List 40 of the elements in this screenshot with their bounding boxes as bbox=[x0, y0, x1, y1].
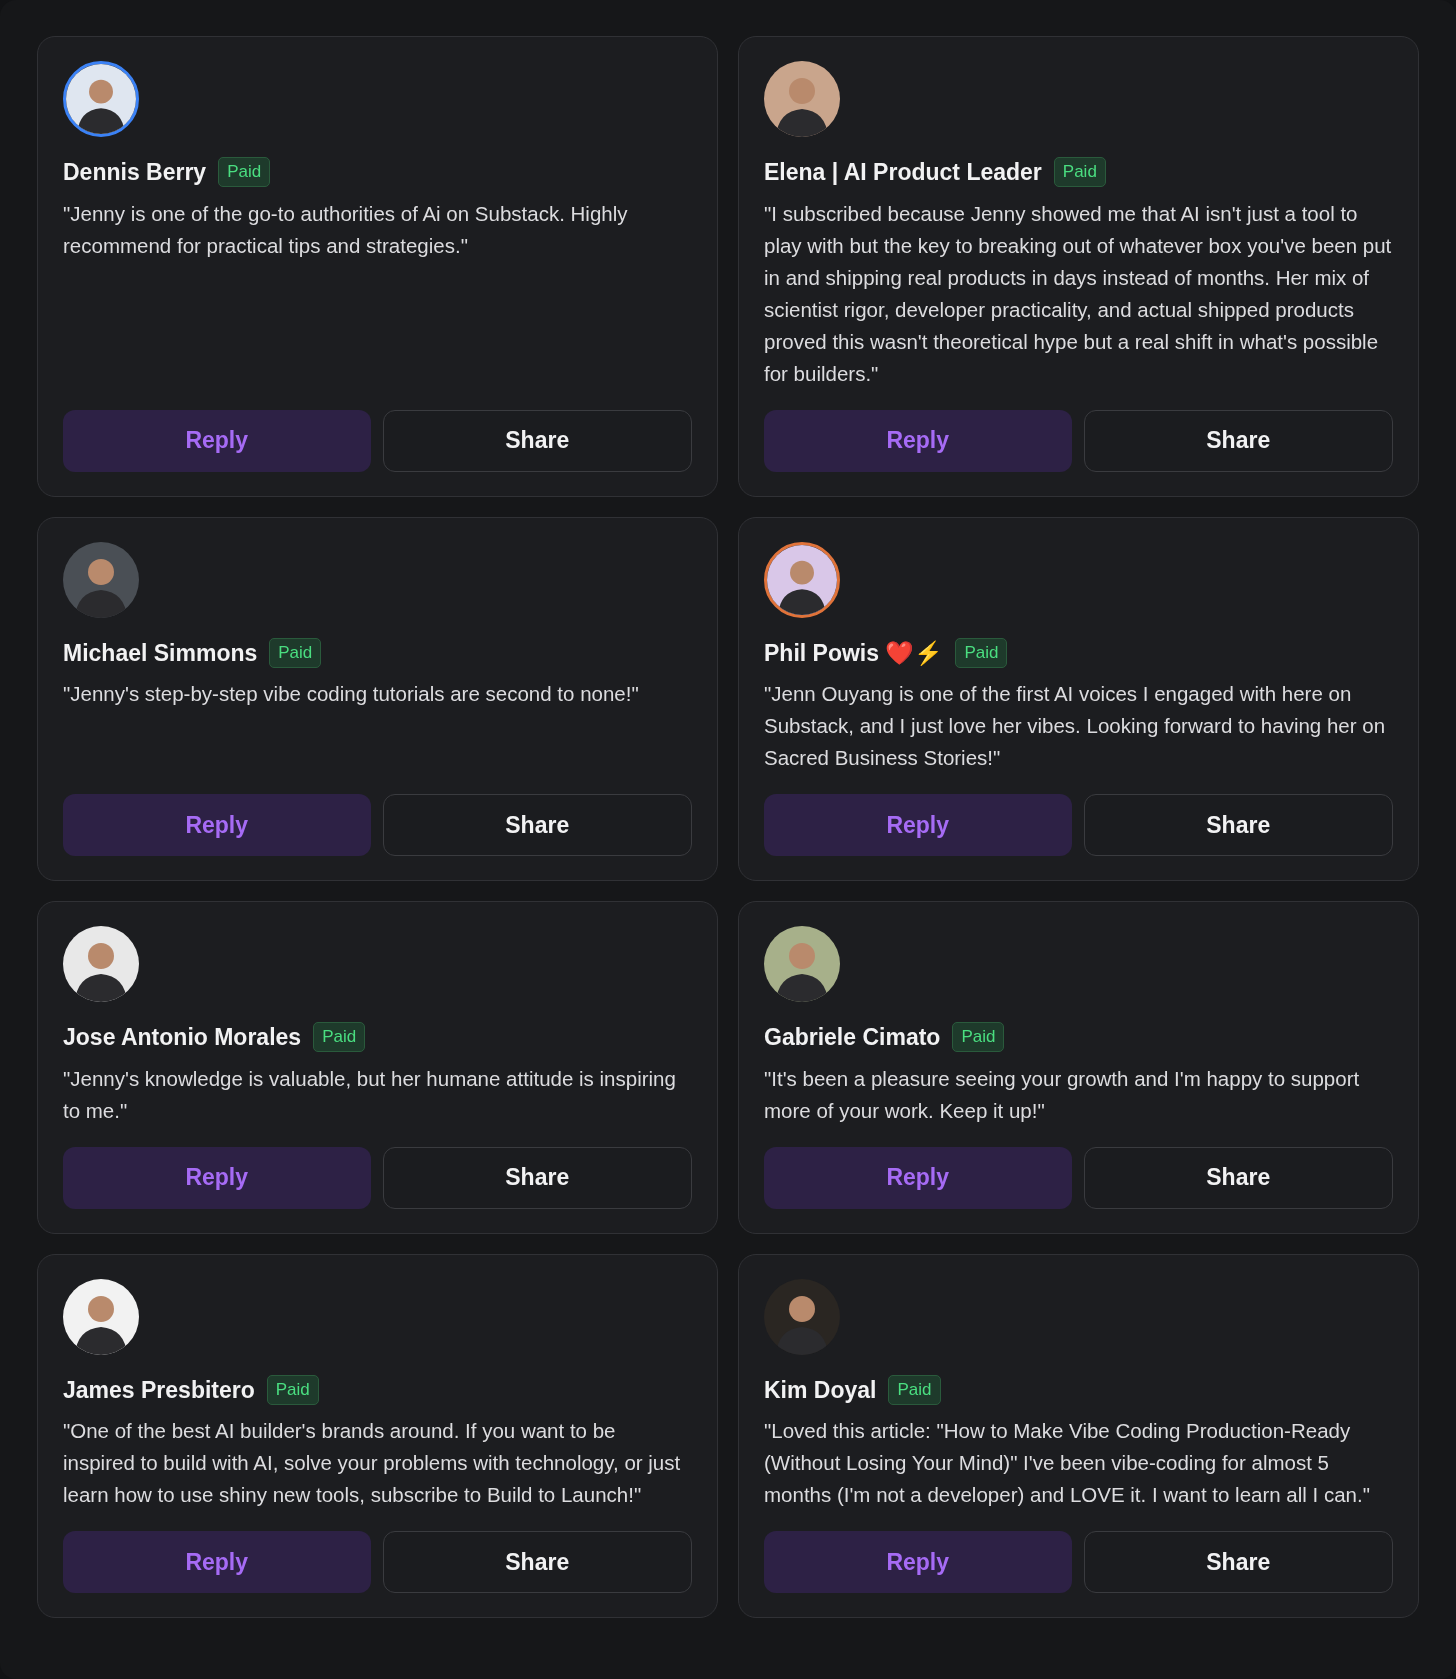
quote-text: "One of the best AI builder's brands around. If you want to be inspired to build with AI, solve your problems with technology, or just learn how to use shiny new tools, subscribe to Build to Launch!" bbox=[63, 1418, 682, 1508]
reply-button[interactable]: Reply bbox=[764, 1146, 1072, 1209]
share-button[interactable]: Share bbox=[1083, 794, 1393, 856]
share-button[interactable]: Share bbox=[382, 1531, 692, 1593]
quote-text: "It's been a pleasure seeing your growth and I'm happy to support more of your work. Keep it up!" bbox=[764, 1065, 1361, 1124]
quote-text: "Loved this article: "How to Make Vibe Coding Production-Ready (Without Losing Your Mind)" I've been vibe-coding for almost 5 months (I'm not a developer) and LOVE it. I want to learn all I can." bbox=[764, 1418, 1371, 1508]
paid-badge: Paid bbox=[952, 1022, 1005, 1053]
quote-text: "Jenny is one of the go-to authorities of Ai on Substack. Highly recommend for practical tips and strategies." bbox=[63, 200, 629, 259]
paid-badge: Paid bbox=[888, 1374, 941, 1405]
share-button[interactable]: Share bbox=[382, 409, 692, 472]
reply-button[interactable]: Reply bbox=[63, 1146, 371, 1209]
reply-button[interactable]: Reply bbox=[764, 1531, 1072, 1593]
author-name: Kim Doyal bbox=[764, 1375, 877, 1405]
author-name: James Presbitero bbox=[63, 1375, 255, 1405]
paid-badge: Paid bbox=[313, 1022, 366, 1053]
author-name: Dennis Berry bbox=[63, 158, 207, 187]
reply-button[interactable]: Reply bbox=[63, 409, 371, 472]
author-name: Elena | AI Product Leader bbox=[764, 158, 1042, 187]
quote-text: "Jenn Ouyang is one of the first AI voices I engaged with here on Substack, and I just love her vibes. Looking forward to having her on Sacred Business Stories!" bbox=[764, 681, 1387, 771]
author-name: Phil Powis ❤⚡ bbox=[764, 638, 944, 668]
author-name: Michael Simmons bbox=[63, 638, 258, 668]
author-name: Jose Antonio Morales bbox=[63, 1023, 302, 1052]
share-button[interactable]: Share bbox=[382, 794, 692, 856]
share-button[interactable]: Share bbox=[1083, 1146, 1393, 1209]
paid-badge: Paid bbox=[266, 1374, 319, 1405]
share-button[interactable]: Share bbox=[1083, 409, 1393, 472]
reply-button[interactable]: Reply bbox=[764, 409, 1072, 472]
reply-button[interactable]: Reply bbox=[63, 794, 371, 856]
reply-button[interactable]: Reply bbox=[63, 1531, 371, 1593]
share-button[interactable]: Share bbox=[382, 1146, 692, 1209]
paid-badge: Paid bbox=[269, 637, 322, 668]
paid-badge: Paid bbox=[1053, 157, 1106, 188]
quote-text: "Jenny's step-by-step vibe coding tutorials are second to none!" bbox=[63, 681, 640, 707]
reply-button[interactable]: Reply bbox=[764, 794, 1072, 856]
author-name: Gabriele Cimato bbox=[764, 1023, 941, 1052]
share-button[interactable]: Share bbox=[1083, 1531, 1393, 1593]
paid-badge: Paid bbox=[218, 157, 271, 188]
paid-badge: Paid bbox=[955, 637, 1008, 668]
quote-text: "I subscribed because Jenny showed me that AI isn't just a tool to play with but the key to breaking out of whatever box you've been put in and shipping real products in days instead of months. Her mix of scientist rigor, developer practicality, and actual shipped products proved this wasn't theoretical hype but a real shift in what's possible for builders." bbox=[764, 200, 1393, 387]
quote-text: "Jenny's knowledge is valuable, but her humane attitude is inspiring to me." bbox=[63, 1065, 677, 1124]
